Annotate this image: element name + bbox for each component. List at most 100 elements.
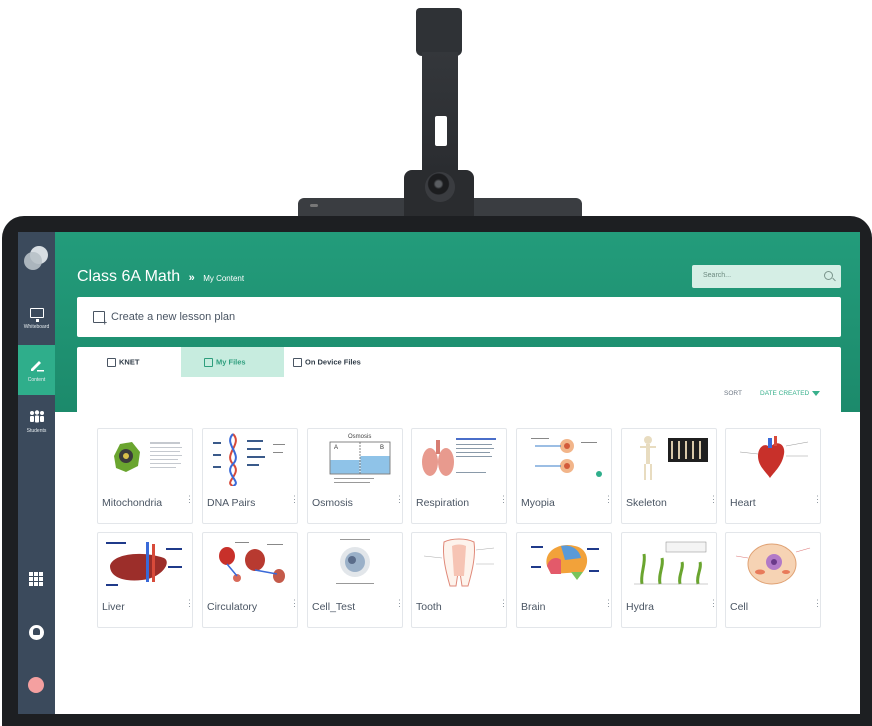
sidebar-item-content[interactable]: Content bbox=[18, 345, 55, 395]
thumbnail-mitochondria bbox=[102, 432, 188, 486]
tab-label: My Files bbox=[216, 357, 246, 367]
checkbox-icon[interactable] bbox=[293, 357, 302, 367]
file-name: Heart bbox=[730, 497, 756, 509]
eye-image-icon bbox=[531, 438, 602, 477]
heart-image-icon bbox=[739, 436, 809, 478]
sidebar-item-whiteboard[interactable]: Whiteboard bbox=[18, 294, 55, 344]
sidebar-item-label: Content bbox=[27, 377, 46, 383]
file-name: Skeleton bbox=[626, 497, 667, 509]
file-name: Respiration bbox=[416, 497, 470, 509]
file-name: Hydra bbox=[626, 601, 655, 613]
thumbnail-cell bbox=[730, 536, 816, 590]
tab-knet[interactable]: KNET bbox=[107, 347, 177, 377]
apps-grid-icon[interactable] bbox=[29, 572, 43, 586]
more-options-icon[interactable]: ⋮ bbox=[709, 495, 718, 504]
more-options-icon[interactable]: ⋮ bbox=[395, 495, 404, 504]
file-name: Circulatory bbox=[207, 601, 258, 613]
students-icon bbox=[29, 410, 44, 423]
thumbnail-liver bbox=[102, 536, 188, 590]
dropdown-caret-icon bbox=[812, 390, 821, 396]
file-card-myopia[interactable]: Myopia ⋮ bbox=[516, 428, 613, 524]
app-logo bbox=[24, 246, 48, 270]
sidebar: Whiteboard Content Students bbox=[18, 232, 55, 714]
lungs-image-icon bbox=[422, 438, 496, 476]
more-options-icon[interactable]: ⋮ bbox=[185, 599, 194, 608]
cell-image-icon bbox=[735, 543, 811, 585]
osmosis-thumb-a: A bbox=[334, 445, 338, 451]
osmosis-thumb-title: Osmosis bbox=[348, 434, 371, 440]
stage: Whiteboard Content Students Class 6A Mat… bbox=[0, 0, 872, 726]
pencil-icon bbox=[30, 361, 44, 372]
more-options-icon[interactable]: ⋮ bbox=[604, 495, 613, 504]
file-name: Mitochondria bbox=[102, 497, 163, 509]
file-name: Myopia bbox=[521, 497, 555, 509]
liver-image-icon bbox=[106, 542, 182, 586]
brain-image-icon bbox=[531, 544, 599, 580]
thumbnail-respiration bbox=[416, 432, 502, 486]
avatar[interactable] bbox=[28, 677, 44, 693]
file-name: Brain bbox=[521, 601, 546, 613]
page-title: Class 6A Math bbox=[77, 268, 181, 285]
more-options-icon[interactable]: ⋮ bbox=[290, 495, 299, 504]
thumbnail-cell-test bbox=[312, 536, 398, 590]
more-options-icon[interactable]: ⋮ bbox=[499, 495, 508, 504]
file-card-hydra[interactable]: Hydra ⋮ bbox=[621, 532, 718, 628]
checkbox-icon[interactable] bbox=[107, 357, 116, 367]
file-card-liver[interactable]: Liver ⋮ bbox=[97, 532, 194, 628]
create-lesson-button[interactable]: Create a new lesson plan bbox=[77, 297, 841, 337]
more-options-icon[interactable]: ⋮ bbox=[813, 599, 822, 608]
create-lesson-label: Create a new lesson plan bbox=[111, 311, 236, 323]
file-card-dna-pairs[interactable]: DNA Pairs ⋮ bbox=[202, 428, 299, 524]
more-options-icon[interactable]: ⋮ bbox=[604, 599, 613, 608]
cell-test-image-icon bbox=[336, 539, 374, 584]
notification-bell-icon[interactable] bbox=[29, 625, 44, 640]
camera-arm bbox=[416, 8, 462, 56]
thumbnail-osmosis: Osmosis A B bbox=[312, 432, 398, 486]
search-placeholder: Search... bbox=[703, 272, 732, 279]
more-options-icon[interactable]: ⋮ bbox=[499, 599, 508, 608]
camera-slot bbox=[435, 116, 447, 146]
file-name: Liver bbox=[102, 601, 125, 613]
file-name: DNA Pairs bbox=[207, 497, 256, 509]
thumbnail-heart bbox=[730, 432, 816, 486]
more-options-icon[interactable]: ⋮ bbox=[395, 599, 404, 608]
whiteboard-icon bbox=[29, 308, 44, 322]
sort-value: DATE CREATED bbox=[760, 390, 810, 397]
tab-on-device-files[interactable]: On Device Files bbox=[293, 347, 393, 377]
file-card-respiration[interactable]: Respiration ⋮ bbox=[411, 428, 508, 524]
sidebar-item-label: Whiteboard bbox=[23, 324, 50, 330]
file-card-cell[interactable]: Cell ⋮ bbox=[725, 532, 822, 628]
file-card-mitochondria[interactable]: Mitochondria ⋮ bbox=[97, 428, 194, 524]
tab-my-files[interactable]: My Files bbox=[181, 347, 284, 377]
tooth-image-icon bbox=[423, 538, 495, 587]
file-card-heart[interactable]: Heart ⋮ bbox=[725, 428, 822, 524]
sidebar-item-students[interactable]: Students bbox=[18, 404, 55, 454]
file-card-skeleton[interactable]: Skeleton ⋮ bbox=[621, 428, 718, 524]
dna-image-icon bbox=[213, 433, 285, 486]
more-options-icon[interactable]: ⋮ bbox=[290, 599, 299, 608]
breadcrumb-current[interactable]: My Content bbox=[203, 274, 244, 283]
file-card-tooth[interactable]: Tooth ⋮ bbox=[411, 532, 508, 628]
file-card-cell-test[interactable]: Cell_Test ⋮ bbox=[307, 532, 404, 628]
file-name: Cell_Test bbox=[312, 601, 356, 613]
thumbnail-dna-pairs bbox=[207, 432, 293, 486]
more-options-icon[interactable]: ⋮ bbox=[813, 495, 822, 504]
circulatory-image-icon bbox=[219, 542, 285, 583]
thumbnail-tooth bbox=[416, 536, 502, 590]
search-icon[interactable] bbox=[824, 271, 833, 280]
content-panel: KNET My Files On Device Files SORT DATE … bbox=[77, 347, 841, 714]
sort-dropdown[interactable]: DATE CREATED bbox=[760, 390, 821, 397]
tab-label: KNET bbox=[119, 357, 140, 367]
file-card-circulatory[interactable]: Circulatory ⋮ bbox=[202, 532, 299, 628]
sort-label: SORT bbox=[724, 390, 742, 397]
file-card-osmosis[interactable]: Osmosis A B Osmosis ⋮ bbox=[307, 428, 404, 524]
hydra-image-icon bbox=[634, 541, 708, 585]
more-options-icon[interactable]: ⋮ bbox=[709, 599, 718, 608]
more-options-icon[interactable]: ⋮ bbox=[185, 495, 194, 504]
search-input[interactable]: Search... bbox=[692, 265, 841, 288]
breadcrumb-separator: » bbox=[188, 272, 195, 284]
thumbnail-hydra bbox=[626, 536, 712, 590]
checkbox-icon[interactable] bbox=[204, 357, 213, 367]
file-name: Cell bbox=[730, 601, 749, 613]
file-card-brain[interactable]: Brain ⋮ bbox=[516, 532, 613, 628]
